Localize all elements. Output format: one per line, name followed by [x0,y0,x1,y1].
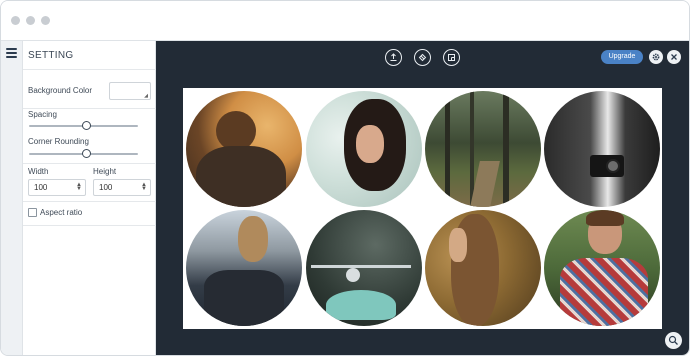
shuffle-icon [418,53,427,62]
height-value: 100 [99,183,113,192]
forest-path-photo[interactable] [425,91,541,207]
menu-icon[interactable] [6,48,17,58]
spacing-label: Spacing [28,110,57,119]
man-plaid-shirt-photo[interactable] [544,210,660,326]
shuffle-button[interactable] [414,49,431,66]
height-label: Height [93,167,117,176]
close-button[interactable] [667,50,681,64]
divider [23,225,156,226]
width-value: 100 [34,183,48,192]
window-dot-minimize[interactable] [26,16,35,25]
width-input[interactable]: 100 ▲ ▼ [28,179,86,196]
zoom-button[interactable] [665,332,682,349]
upgrade-button[interactable]: Upgrade [601,50,643,64]
width-label: Width [28,167,49,176]
zoom-icon [668,335,678,345]
corner-rounding-slider-thumb[interactable] [82,149,92,158]
grid-edit-button[interactable] [443,49,460,66]
upload-button[interactable] [385,49,402,66]
woman-curly-hair-photo[interactable] [306,91,422,207]
corner-rounding-label: Corner Rounding [28,137,89,146]
spacing-slider-thumb[interactable] [82,121,92,130]
background-color-label: Background Color [28,86,93,95]
window-dot-close[interactable] [11,16,20,25]
height-stepper-icon[interactable]: ▲ ▼ [141,182,147,192]
gear-icon [652,53,660,61]
collage-sheet [183,88,662,329]
grid-edit-icon [448,54,455,61]
app-window: SETTING Background Color ◢ Spacing Corne… [0,0,690,356]
aspect-ratio-checkbox[interactable] [28,208,37,217]
man-with-camera-photo[interactable] [544,91,660,207]
divider [23,201,156,202]
background-color-picker[interactable]: ◢ [109,82,151,100]
window-dot-maximize[interactable] [41,16,50,25]
woman-profile-photo[interactable] [425,210,541,326]
woman-sitting-photo[interactable] [186,210,302,326]
title-bar [1,1,689,41]
panel-title: SETTING [23,41,156,70]
close-icon [671,54,677,60]
settings-button[interactable] [649,50,663,64]
height-input[interactable]: 100 ▲ ▼ [93,179,151,196]
aspect-ratio-label: Aspect ratio [40,208,83,217]
width-stepper-icon[interactable]: ▲ ▼ [76,182,82,192]
motorcycle-photo[interactable] [306,210,422,326]
editor-canvas: Upgrade [156,41,689,355]
side-rail [1,41,23,355]
settings-panel: SETTING Background Color ◢ Spacing Corne… [23,41,156,355]
man-with-scarf-photo[interactable] [186,91,302,207]
upload-icon [390,53,397,61]
divider [23,108,156,109]
divider [23,163,156,164]
